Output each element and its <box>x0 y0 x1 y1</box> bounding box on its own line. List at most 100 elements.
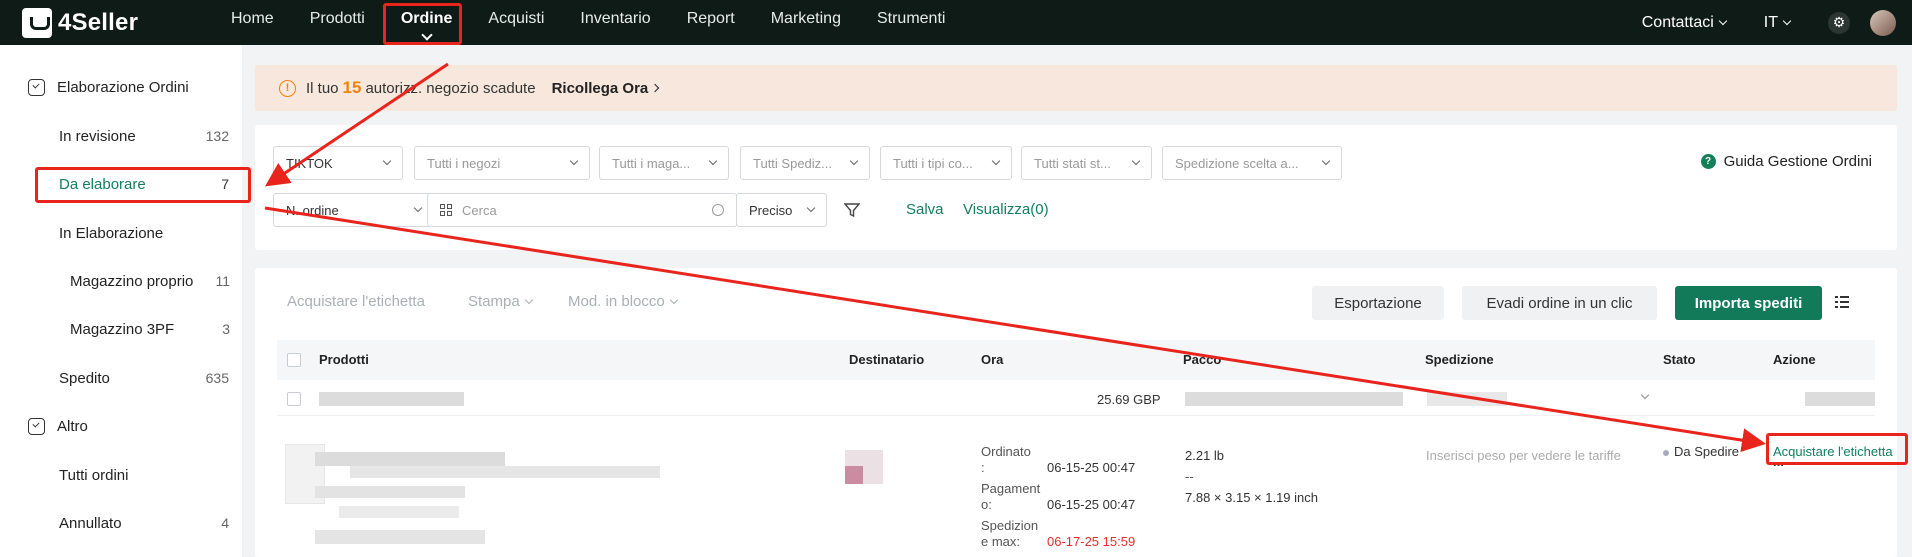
chevron-down-icon <box>849 156 859 166</box>
language-label: IT <box>1763 13 1778 31</box>
type-select[interactable]: Tutti i tipi co... <box>880 146 1012 180</box>
language-menu[interactable]: IT <box>1763 13 1792 32</box>
expired-authorization-banner: ! Il tuo 15 autorizz. negozio scadute Ri… <box>255 65 1897 111</box>
chevron-down-icon <box>569 156 579 166</box>
warehouse-select[interactable]: Tutti i maga... <box>599 146 729 180</box>
highlight-box-da-elaborare <box>35 167 251 203</box>
header-shipping: Spedizione <box>1425 352 1494 367</box>
status-label: Da Spedire <box>1674 444 1740 459</box>
sidebar-item-magazzino-proprio[interactable]: Magazzino proprio 11 <box>70 269 230 293</box>
shipping-rate-hint: Inserisci peso per vedere le tariffe <box>1426 448 1621 463</box>
redacted-product-sku <box>315 486 465 498</box>
sidebar-item-count: 635 <box>205 370 229 386</box>
ordered-label-1: Ordinato <box>981 444 1031 459</box>
warehouse-value: Tutti i maga... <box>612 155 691 171</box>
shipping-choice-select[interactable]: Spedizione scelta a... <box>1162 146 1342 180</box>
search-field-value: N. ordine <box>286 202 339 218</box>
sidebar-item-count: 4 <box>221 515 229 531</box>
header-status: Stato <box>1663 352 1696 367</box>
saved-views-link[interactable]: Visualizza(0) <box>963 201 1049 218</box>
redacted-order-id <box>319 392 464 406</box>
shop-select[interactable]: Tutti i negozi <box>414 146 590 180</box>
nav-strumenti[interactable]: Strumenti <box>859 0 963 45</box>
app-logo[interactable]: 4Seller <box>22 6 138 40</box>
chevron-down-icon <box>413 203 423 213</box>
export-button[interactable]: Esportazione <box>1312 286 1444 320</box>
order-guide-label: Guida Gestione Ordini <box>1723 153 1872 170</box>
sidebar-item-count: 3 <box>222 321 230 337</box>
filter-funnel-icon[interactable] <box>844 202 860 218</box>
header-package: Pacco <box>1183 352 1222 367</box>
contact-label: Contattaci <box>1641 13 1714 31</box>
paid-label-1: Pagament <box>981 481 1041 496</box>
sidebar-group-elaborazione[interactable]: Elaborazione Ordini <box>28 75 189 99</box>
redacted-product-attr <box>339 506 459 518</box>
gear-icon[interactable]: ⚙ <box>1828 11 1850 34</box>
sidebar-group-altro[interactable]: Altro <box>28 414 88 438</box>
row-checkbox[interactable] <box>287 392 301 406</box>
one-click-fulfill-button[interactable]: Evadi ordine in un clic <box>1462 286 1657 320</box>
package-weight: 2.21 lb <box>1185 448 1225 463</box>
shop-value: Tutti i negozi <box>427 155 501 171</box>
sidebar-item-magazzino-3pf[interactable]: Magazzino 3PF 3 <box>70 317 230 341</box>
ship-max-label-1: Spedizion <box>981 518 1039 533</box>
sidebar-item-tutti-ordini[interactable]: Tutti ordini <box>59 463 229 487</box>
nav-acquisti[interactable]: Acquisti <box>470 0 562 45</box>
header-recipient: Destinatario <box>849 352 925 367</box>
nav-marketing[interactable]: Marketing <box>753 0 859 45</box>
search-field-select[interactable]: N. ordine <box>273 193 434 227</box>
order-guide-link[interactable]: ? Guida Gestione Ordini <box>1700 153 1872 170</box>
paid-label-2: o: <box>981 497 992 512</box>
save-filter-link[interactable]: Salva <box>906 201 944 218</box>
shipping-select[interactable]: Tutti Spediz... <box>740 146 870 180</box>
redacted-shipping-select <box>1427 392 1507 406</box>
search-icon[interactable] <box>712 204 724 216</box>
chevron-down-icon <box>1718 16 1728 25</box>
highlight-box-ordine <box>383 3 462 45</box>
ordered-label-2: : <box>981 460 985 475</box>
chevron-right-icon <box>651 83 660 93</box>
buy-label-bulk-button[interactable]: Acquistare l'etichetta <box>287 293 425 310</box>
logo-text: 4Seller <box>58 9 139 36</box>
sidebar-item-annullato[interactable]: Annullato 4 <box>59 511 229 535</box>
search-input[interactable]: Cerca <box>427 193 737 227</box>
import-shipped-button[interactable]: Importa spediti <box>1675 286 1822 320</box>
avatar[interactable] <box>1870 9 1896 36</box>
nav-report[interactable]: Report <box>669 0 753 45</box>
bulk-edit-dropdown[interactable]: Mod. in blocco <box>568 293 678 310</box>
contact-menu[interactable]: Contattaci <box>1641 13 1728 32</box>
order-summary-row: 25.69 GBP <box>277 382 1875 416</box>
banner-suffix: autorizz. negozio scadute <box>365 79 536 97</box>
select-all-checkbox[interactable] <box>287 353 301 367</box>
platform-select[interactable]: TIKTOK <box>273 146 403 180</box>
chevron-down-icon <box>1640 390 1650 400</box>
clipboard-check-icon <box>28 78 45 96</box>
column-settings-icon[interactable] <box>1835 296 1849 309</box>
chevron-down-icon <box>524 295 533 304</box>
chevron-down-icon <box>1782 16 1792 25</box>
print-dropdown[interactable]: Stampa <box>468 293 533 310</box>
reconnect-link[interactable]: Ricollega Ora <box>551 79 660 97</box>
sidebar-item-in-revisione[interactable]: In revisione 132 <box>59 124 229 148</box>
nav-home[interactable]: Home <box>213 0 292 45</box>
redacted-package-info <box>1185 392 1403 406</box>
sidebar-item-label: In revisione <box>59 127 136 145</box>
top-navigation-bar: 4Seller Home Prodotti Ordine Acquisti In… <box>0 0 1912 45</box>
match-mode-value: Preciso <box>749 202 793 218</box>
package-dash: -- <box>1185 469 1194 484</box>
filter-panel: TIKTOK Tutti i negozi Tutti i maga... Tu… <box>255 125 1897 250</box>
nav-prodotti[interactable]: Prodotti <box>292 0 383 45</box>
nav-inventario[interactable]: Inventario <box>562 0 668 45</box>
redacted-product-title-2 <box>350 466 660 478</box>
chevron-down-icon <box>708 156 718 166</box>
match-mode-select[interactable]: Preciso <box>736 193 827 227</box>
ship-max-value: 06-17-25 15:59 <box>1047 534 1136 549</box>
status-select[interactable]: Tutti stati st... <box>1021 146 1152 180</box>
sidebar-item-spedito[interactable]: Spedito 635 <box>59 366 229 390</box>
help-icon: ? <box>1700 154 1716 169</box>
print-label: Stampa <box>468 293 520 310</box>
reconnect-label: Ricollega Ora <box>551 79 649 97</box>
sidebar-item-in-elaborazione[interactable]: In Elaborazione <box>59 221 229 245</box>
redacted-product-title <box>315 452 505 466</box>
ship-max-label-2: e max: <box>981 534 1021 549</box>
